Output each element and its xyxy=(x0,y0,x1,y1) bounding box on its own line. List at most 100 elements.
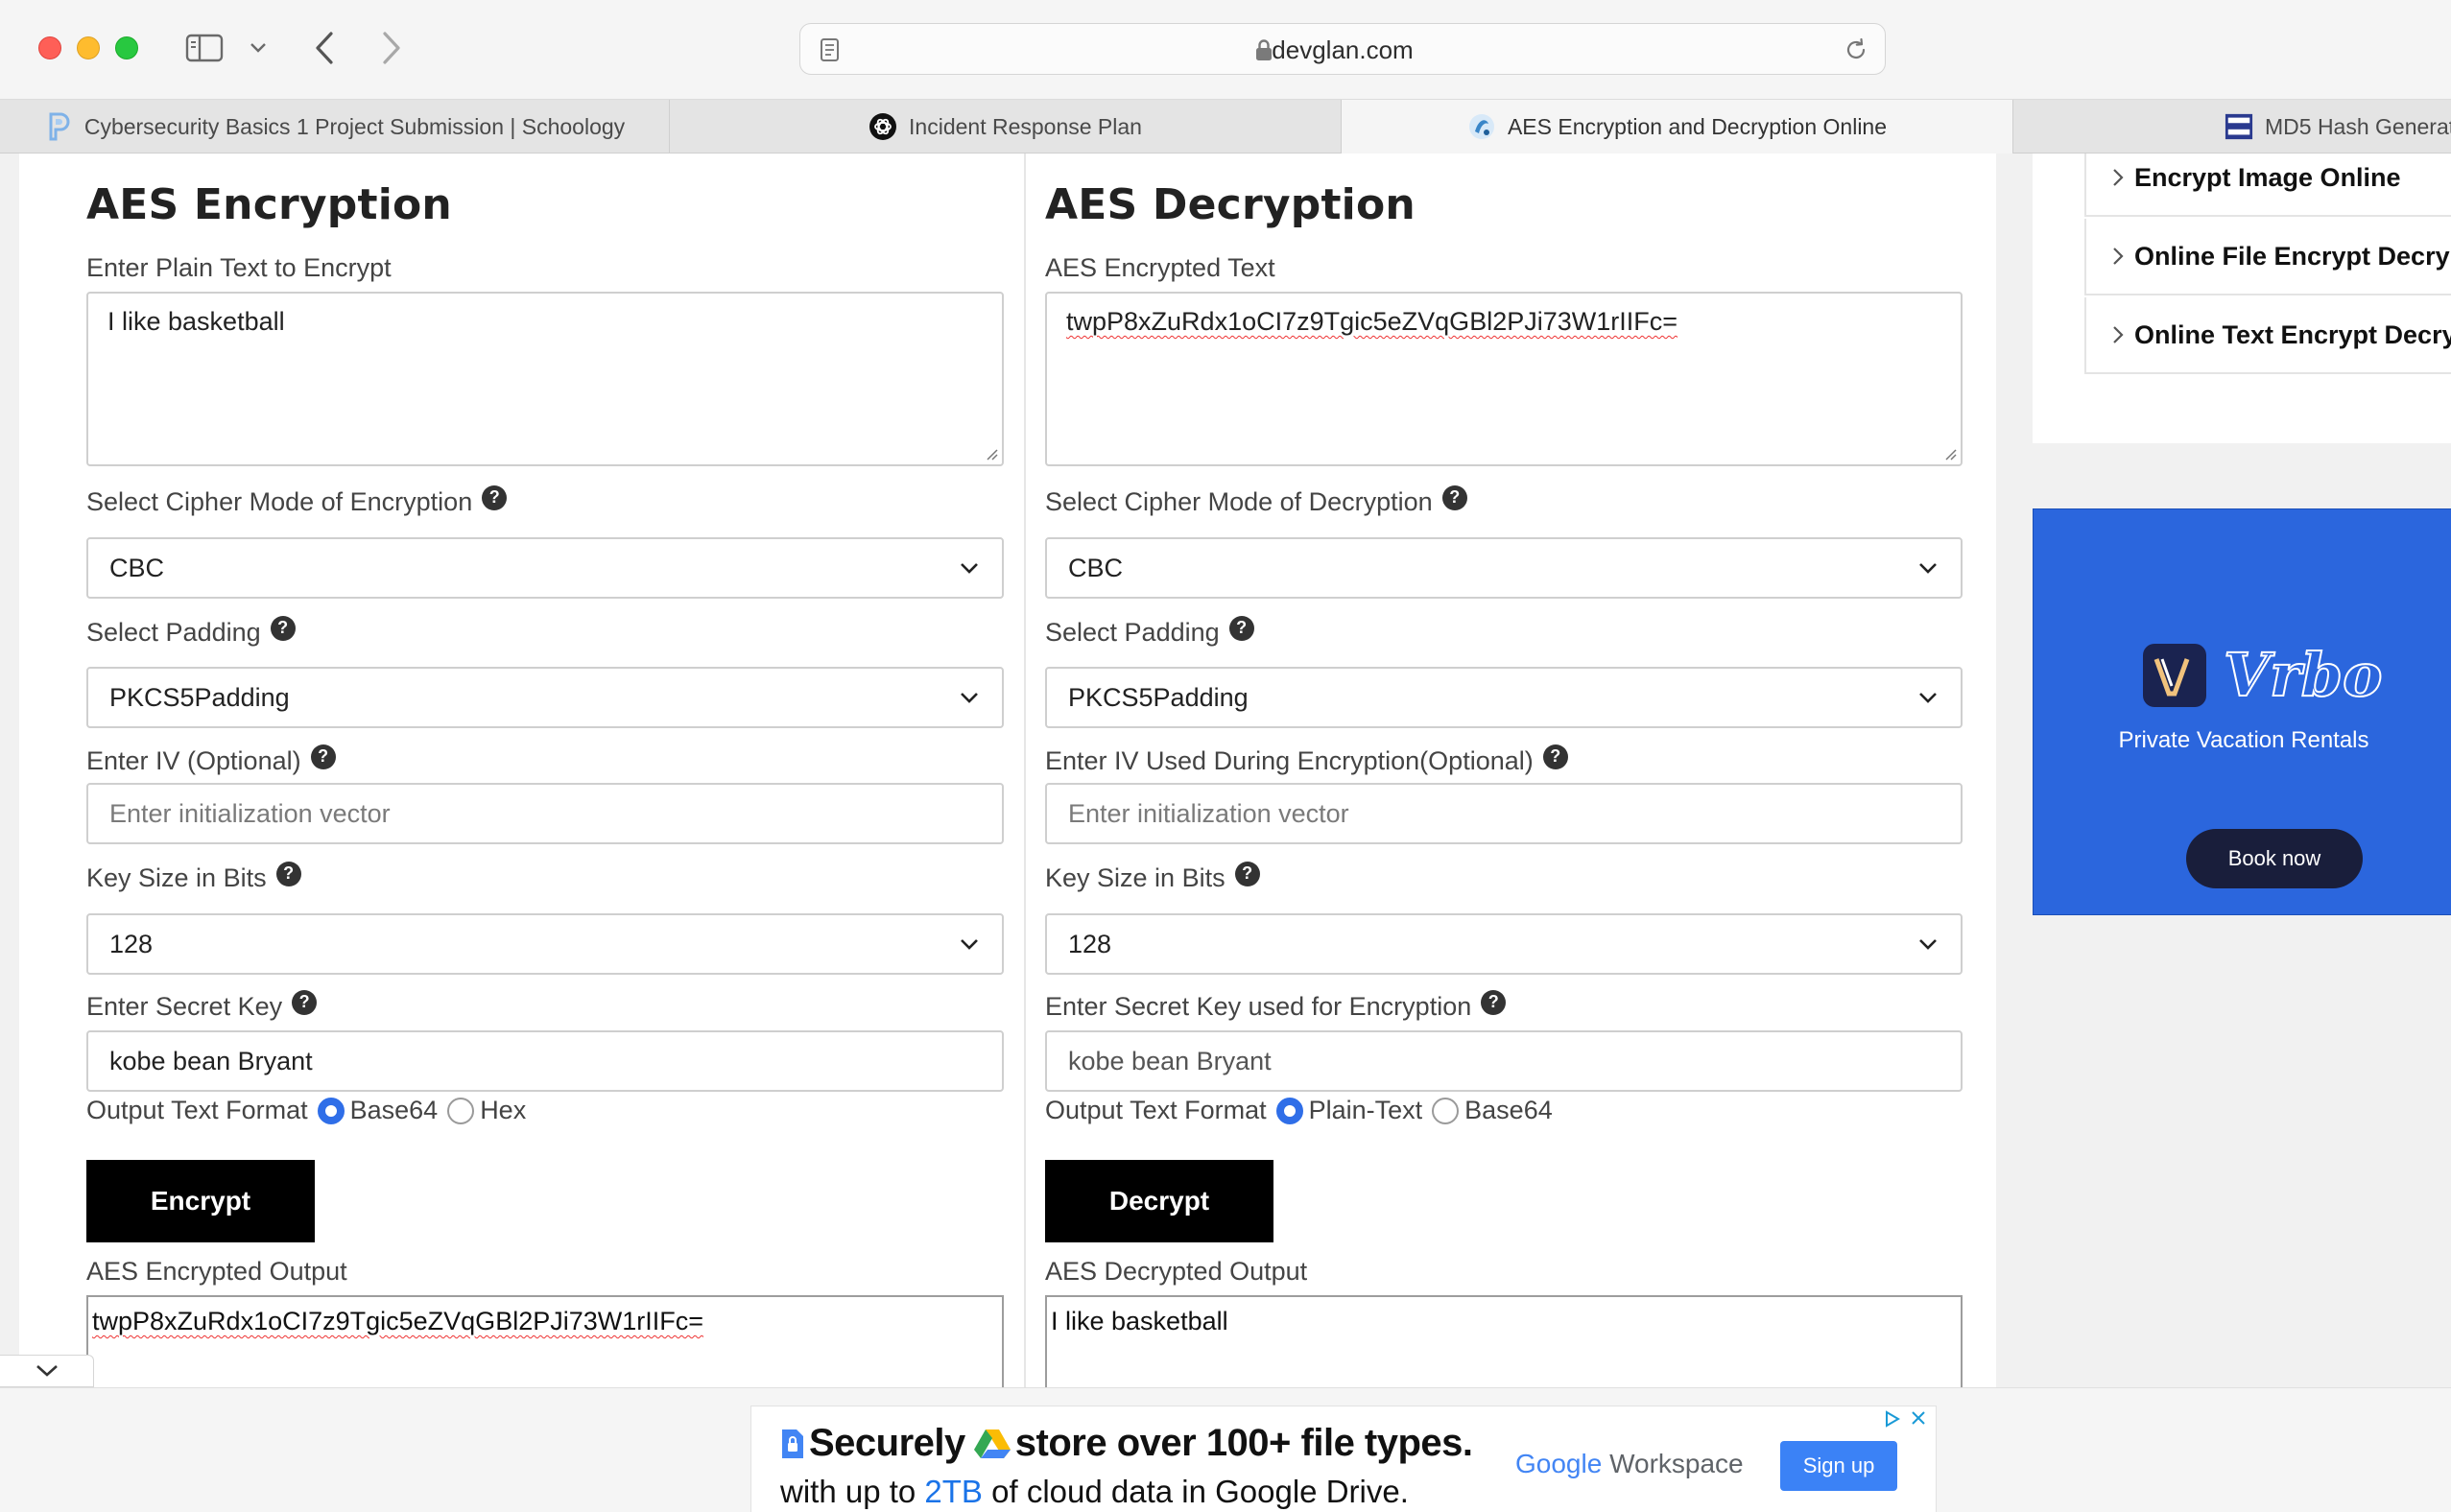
chevron-right-icon xyxy=(2113,169,2124,186)
encrypt-button[interactable]: Encrypt xyxy=(86,1160,315,1242)
decrypt-secret-key-input[interactable]: kobe bean Bryant xyxy=(1045,1030,1963,1092)
decrypt-padding-select[interactable]: PKCS5Padding xyxy=(1045,667,1963,728)
tab-schoology[interactable]: Cybersecurity Basics 1 Project Submissio… xyxy=(0,100,670,154)
reload-icon[interactable] xyxy=(1843,36,1869,63)
browser-toolbar: devglan.com xyxy=(0,0,2451,100)
sidebar-link-encrypt-image[interactable]: Encrypt Image Online xyxy=(2084,154,2451,217)
zoom-window-button[interactable] xyxy=(115,36,138,59)
output-format-label: Output Text Format xyxy=(86,1096,308,1124)
help-icon[interactable]: ? xyxy=(1441,484,1467,510)
encrypted-output-label: AES Encrypted Output xyxy=(86,1257,347,1286)
help-icon[interactable]: ? xyxy=(1542,744,1568,769)
decrypt-key-size-label: Key Size in Bits? xyxy=(1045,861,1260,893)
sidebar-link-file-encrypt[interactable]: Online File Encrypt Decrypt xyxy=(2084,219,2451,295)
decrypted-output-box[interactable]: I like basketball xyxy=(1045,1295,1963,1387)
tab-md5-hash[interactable]: MD5 Hash Generat xyxy=(2013,100,2451,154)
tab-aes-encryption[interactable]: AES Encryption and Decryption Online xyxy=(1342,100,2013,154)
resize-grip-icon[interactable] xyxy=(1943,447,1957,461)
help-icon[interactable]: ? xyxy=(1234,861,1260,886)
tab-title: MD5 Hash Generat xyxy=(2265,113,2451,139)
help-icon[interactable]: ? xyxy=(275,861,301,886)
related-tools-card: Encrypt Image Online Online File Encrypt… xyxy=(2033,154,2451,443)
tab-title: Incident Response Plan xyxy=(909,113,1142,139)
column-divider xyxy=(1024,154,1026,1387)
help-icon[interactable]: ? xyxy=(270,615,296,641)
output-format-group: Output Text Format Base64 Hex xyxy=(86,1096,526,1125)
output-format-label: Output Text Format xyxy=(1045,1096,1267,1124)
vrbo-logo: Vrbo xyxy=(2143,639,2412,716)
tab-title: AES Encryption and Decryption Online xyxy=(1507,113,1888,139)
plain-text-input[interactable]: I like basketball xyxy=(86,292,1004,466)
decrypted-output-label: AES Decrypted Output xyxy=(1045,1257,1308,1286)
radio-base64-label[interactable]: Base64 xyxy=(350,1096,439,1125)
collapse-bar-button[interactable] xyxy=(0,1355,94,1387)
help-icon[interactable]: ? xyxy=(1481,989,1507,1015)
encryption-heading: AES Encryption xyxy=(86,180,452,229)
decrypted-output-value: I like basketball xyxy=(1051,1307,1228,1335)
radio-hex-label[interactable]: Hex xyxy=(480,1096,526,1125)
tab-bar: Cybersecurity Basics 1 Project Submissio… xyxy=(0,100,2451,154)
chevron-right-icon xyxy=(2113,248,2124,265)
chevron-down-icon xyxy=(1919,693,1937,703)
address-bar[interactable]: devglan.com xyxy=(799,23,1886,75)
decrypt-iv-input[interactable]: Enter initialization vector xyxy=(1045,783,1963,844)
iv-input[interactable]: Enter initialization vector xyxy=(86,783,1004,844)
workspace-wordmark: Workspace xyxy=(1609,1449,1744,1478)
minimize-window-button[interactable] xyxy=(77,36,100,59)
encrypted-text-input[interactable]: twpP8xZuRdx1oCI7z9Tgic5eZVqGBl2PJi73W1rI… xyxy=(1045,292,1963,466)
cipher-mode-select[interactable]: CBC xyxy=(86,537,1004,599)
google-workspace-logo: Google Workspace xyxy=(1515,1449,1744,1479)
sidebar-toggle-icon[interactable] xyxy=(184,33,225,63)
chevron-down-icon[interactable] xyxy=(246,33,271,63)
sign-up-button[interactable]: Sign up xyxy=(1780,1441,1897,1491)
chevron-right-icon xyxy=(2113,326,2124,343)
close-window-button[interactable] xyxy=(38,36,61,59)
chevron-down-icon xyxy=(961,939,978,950)
google-workspace-ad[interactable]: Securely store over 100+ file types. wit… xyxy=(750,1406,1937,1512)
forward-arrow-icon[interactable] xyxy=(374,29,409,67)
vrbo-tagline: Private Vacation Rentals xyxy=(2118,727,2369,753)
key-size-select[interactable]: 128 xyxy=(86,913,1004,975)
close-ad-icon[interactable] xyxy=(1911,1410,1926,1426)
page-viewport: AES Encryption Enter Plain Text to Encry… xyxy=(0,154,2451,1387)
ad-choices[interactable] xyxy=(1884,1410,1926,1428)
schoology-favicon-icon xyxy=(44,112,73,141)
radio-hex[interactable] xyxy=(447,1097,475,1124)
chevron-down-icon xyxy=(1919,939,1937,950)
help-icon[interactable]: ? xyxy=(482,484,508,510)
back-arrow-icon[interactable] xyxy=(307,29,342,67)
secret-key-input[interactable]: kobe bean Bryant xyxy=(86,1030,1004,1092)
help-icon[interactable]: ? xyxy=(292,989,318,1015)
radio-plain-text-label[interactable]: Plain-Text xyxy=(1309,1096,1423,1125)
tool-panel: AES Encryption Enter Plain Text to Encry… xyxy=(19,154,1996,1387)
book-now-button[interactable]: Book now xyxy=(2186,829,2363,888)
google-wordmark: Google xyxy=(1515,1449,1603,1478)
radio-base64[interactable] xyxy=(317,1097,345,1124)
md5-favicon-icon xyxy=(2225,112,2253,141)
bottom-ad-strip: Securely store over 100+ file types. wit… xyxy=(0,1387,2451,1512)
sidebar-link-text-encrypt[interactable]: Online Text Encrypt Decryp xyxy=(2084,297,2451,374)
chevron-down-icon xyxy=(961,693,978,703)
radio-plain-text[interactable] xyxy=(1275,1097,1303,1124)
encrypted-output-value: twpP8xZuRdx1oCI7z9Tgic5eZVqGBl2PJi73W1rI… xyxy=(92,1307,704,1335)
url-text[interactable]: devglan.com xyxy=(800,24,1885,76)
ad-subline: with up to 2TB of cloud data in Google D… xyxy=(780,1474,1409,1509)
radio-base64-label[interactable]: Base64 xyxy=(1464,1096,1553,1125)
radio-base64[interactable] xyxy=(1432,1097,1460,1124)
key-size-label: Key Size in Bits? xyxy=(86,861,301,893)
decryption-heading: AES Decryption xyxy=(1045,180,1416,229)
encrypted-output-box[interactable]: twpP8xZuRdx1oCI7z9Tgic5eZVqGBl2PJi73W1rI… xyxy=(86,1295,1004,1387)
decrypt-mode-select[interactable]: CBC xyxy=(1045,537,1963,599)
openai-favicon-icon xyxy=(869,112,897,141)
tab-title: Cybersecurity Basics 1 Project Submissio… xyxy=(83,113,626,139)
decrypt-key-size-select[interactable]: 128 xyxy=(1045,913,1963,975)
decrypt-secret-key-label: Enter Secret Key used for Encryption? xyxy=(1045,989,1507,1022)
help-icon[interactable]: ? xyxy=(310,744,336,769)
decrypt-button[interactable]: Decrypt xyxy=(1045,1160,1273,1242)
decrypt-output-format-group: Output Text Format Plain-Text Base64 xyxy=(1045,1096,1553,1125)
padding-select[interactable]: PKCS5Padding xyxy=(86,667,1004,728)
adchoices-icon[interactable] xyxy=(1884,1410,1901,1428)
resize-grip-icon[interactable] xyxy=(985,447,998,461)
help-icon[interactable]: ? xyxy=(1228,615,1254,641)
tab-incident-response[interactable]: Incident Response Plan xyxy=(670,100,1342,154)
